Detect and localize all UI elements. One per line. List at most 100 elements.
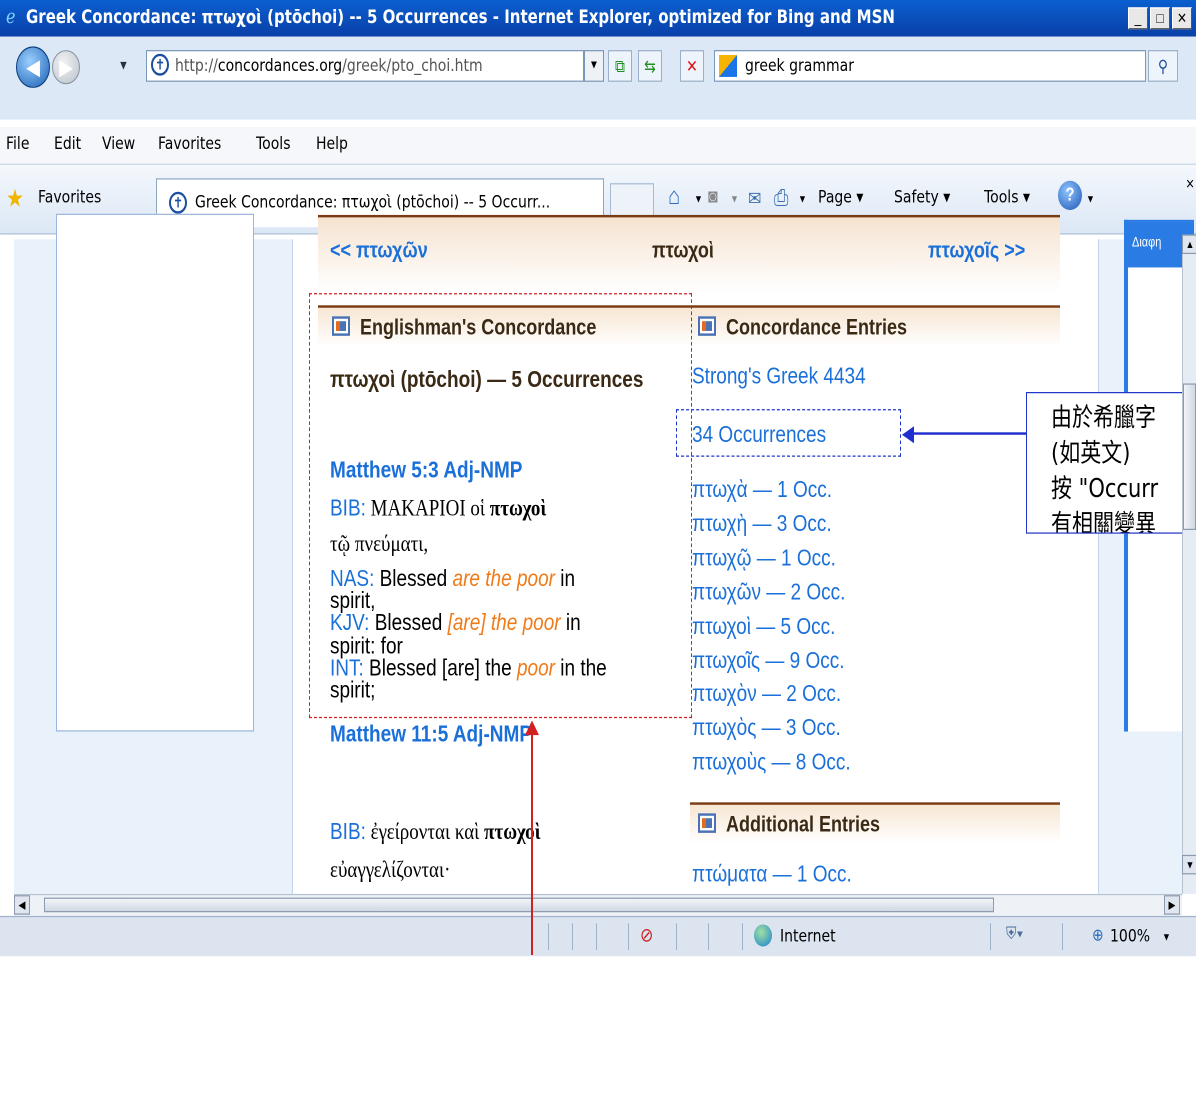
word-form-link[interactable]: πτωχῷ — 1 Occ.	[692, 546, 836, 573]
internet-zone-icon	[754, 924, 772, 947]
search-input[interactable]: greek grammar	[714, 50, 1146, 82]
feeds-icon[interactable]: ◙	[708, 187, 718, 209]
concordance-entries-label: Concordance Entries	[726, 314, 908, 340]
protected-mode-icon[interactable]: ⛨▾	[1006, 923, 1023, 944]
word-form-link[interactable]: πτωχοὶ — 5 Occ.	[692, 614, 835, 641]
bib-line: BIB: ἐγείρονται καὶ πτωχοὶ	[330, 818, 541, 847]
print-icon[interactable]: ⎙	[774, 186, 788, 212]
window-icon	[698, 812, 716, 833]
callout-line-1: 由於希臘字	[1051, 402, 1156, 433]
status-divider	[548, 923, 549, 951]
search-button-icon[interactable]: ⚲	[1148, 50, 1178, 82]
page-menu[interactable]: Page ▾	[818, 188, 863, 208]
next-word-link[interactable]: πτωχοῖς >>	[928, 238, 1025, 264]
menu-file[interactable]: File	[6, 134, 29, 154]
zoom-dropdown-icon[interactable]: ▼	[1162, 931, 1171, 943]
help-dropdown-icon[interactable]: ▼	[1086, 193, 1095, 205]
vertical-scrollbar[interactable]	[1182, 234, 1196, 894]
feeds-dropdown-icon[interactable]: ▼	[730, 193, 739, 205]
callout-line-3: 按 "Occurr	[1051, 473, 1159, 504]
screen-scale-wrapper: ℯ Greek Concordance: πτωχοὶ (ptōchoi) --…	[0, 0, 1196, 1099]
favorites-button[interactable]: Favorites	[38, 188, 101, 208]
maximize-button[interactable]: □	[1150, 7, 1170, 30]
word-form-link[interactable]: πτωχὴ — 3 Occ.	[692, 512, 832, 539]
word-form-link[interactable]: πτωχοῖς — 9 Occ.	[692, 648, 845, 675]
word-form-link[interactable]: πτωχὸς — 3 Occ.	[692, 716, 841, 743]
scroll-right-button[interactable]: ▶	[1164, 895, 1180, 915]
menu-edit[interactable]: Edit	[54, 134, 81, 154]
back-arrow-icon: ◀	[26, 54, 40, 80]
help-icon[interactable]: ?	[1058, 180, 1082, 211]
menu-view[interactable]: View	[102, 134, 135, 154]
recent-pages-dropdown-icon[interactable]: ▼	[118, 59, 129, 74]
menu-tools[interactable]: Tools	[256, 134, 291, 154]
minimize-button[interactable]: _	[1128, 7, 1148, 30]
close-window-button[interactable]: ✕	[1172, 7, 1192, 30]
status-divider	[676, 923, 677, 951]
browser-window: ℯ Greek Concordance: πτωχοὶ (ptōchoi) --…	[0, 0, 1196, 1099]
prev-word-link[interactable]: << πτωχῶν	[330, 238, 428, 264]
annotation-callout: 由於希臘字 (如英文) 按 "Occurr 有相關變異	[1026, 391, 1196, 534]
print-dropdown-icon[interactable]: ▼	[798, 193, 807, 205]
window-title: Greek Concordance: πτωχοὶ (ptōchoi) -- 5…	[26, 6, 895, 29]
status-divider	[1062, 923, 1063, 951]
additional-entries-label: Additional Entries	[726, 811, 881, 837]
favorites-star-icon[interactable]: ★	[6, 183, 24, 214]
stop-icon[interactable]: ✕	[680, 50, 704, 82]
concordance-entries-header: Concordance Entries	[690, 304, 1060, 347]
vertical-scroll-thumb[interactable]	[1183, 383, 1196, 531]
scroll-up-button[interactable]: ▲	[1182, 234, 1196, 255]
home-icon[interactable]: ⌂	[668, 183, 680, 211]
tools-menu[interactable]: Tools ▾	[984, 188, 1030, 208]
zoom-icon[interactable]: ⊕	[1092, 924, 1104, 945]
menu-favorites[interactable]: Favorites	[158, 134, 221, 154]
url-domain: concordances.org	[217, 56, 343, 76]
word-form-link[interactable]: πτωχὰ — 1 Occ.	[692, 478, 832, 505]
bib-text: ἐγείρονται καὶ	[365, 819, 485, 845]
word-form-link[interactable]: πτωχῶν — 2 Occ.	[692, 580, 845, 607]
security-zone: Internet	[780, 926, 836, 947]
word-form-link[interactable]: πτωχὸν — 2 Occ.	[692, 682, 841, 709]
status-divider	[596, 923, 597, 951]
status-divider	[572, 923, 573, 951]
url-input[interactable]: ✝ http://concordances.org/greek/pto_choi…	[146, 50, 584, 82]
bib-label[interactable]: BIB:	[330, 819, 366, 845]
scroll-left-button[interactable]: ◀	[14, 895, 30, 915]
scroll-down-button[interactable]: ▼	[1182, 854, 1196, 875]
forward-arrow-icon: ▶	[59, 54, 73, 80]
status-divider	[628, 923, 629, 951]
zoom-level[interactable]: 100%	[1110, 927, 1150, 947]
status-divider	[708, 923, 709, 951]
annotation-arrowhead	[902, 425, 914, 444]
url-prefix: http://	[175, 56, 218, 76]
site-cross-icon: ✝	[169, 191, 187, 214]
status-divider	[990, 923, 991, 951]
annotation-arrow-red	[531, 727, 533, 955]
refresh-icon[interactable]: ⇆	[638, 50, 662, 82]
strongs-link[interactable]: Strong's Greek 4434	[692, 364, 866, 391]
forward-button[interactable]: ▶	[52, 50, 80, 85]
back-button[interactable]: ◀	[16, 46, 50, 88]
safety-menu[interactable]: Safety ▾	[894, 188, 950, 208]
privacy-report-icon[interactable]: ⊘	[640, 923, 653, 947]
tab-title: Greek Concordance: πτωχοὶ (ptōchoi) -- 5…	[195, 192, 551, 213]
compatibility-view-icon[interactable]: ⧉	[608, 50, 632, 82]
additional-entries-header: Additional Entries	[690, 801, 1060, 844]
callout-line-2: (如英文)	[1051, 438, 1131, 468]
window-icon	[698, 315, 716, 336]
home-dropdown-icon[interactable]: ▼	[694, 193, 703, 205]
url-dropdown-button[interactable]: ▼	[584, 50, 604, 82]
toolbar-chevron-icon[interactable]: ×	[1186, 173, 1194, 193]
status-divider	[742, 923, 743, 951]
verse-ref-matthew-11-5[interactable]: Matthew 11:5 Adj-NMP	[330, 722, 532, 749]
horizontal-scroll-thumb[interactable]	[44, 897, 994, 913]
annotation-arrow	[912, 431, 1030, 435]
annotation-red-box	[309, 292, 692, 718]
word-form-link[interactable]: πτωχοὺς — 8 Occ.	[692, 750, 851, 777]
left-sidebar-box	[56, 213, 254, 732]
additional-entry-link[interactable]: πτώματα — 1 Occ.	[692, 862, 852, 889]
menu-help[interactable]: Help	[316, 134, 348, 154]
mail-icon[interactable]: ✉	[748, 187, 761, 211]
search-value: greek grammar	[745, 56, 854, 76]
annotation-blue-box	[676, 408, 901, 457]
